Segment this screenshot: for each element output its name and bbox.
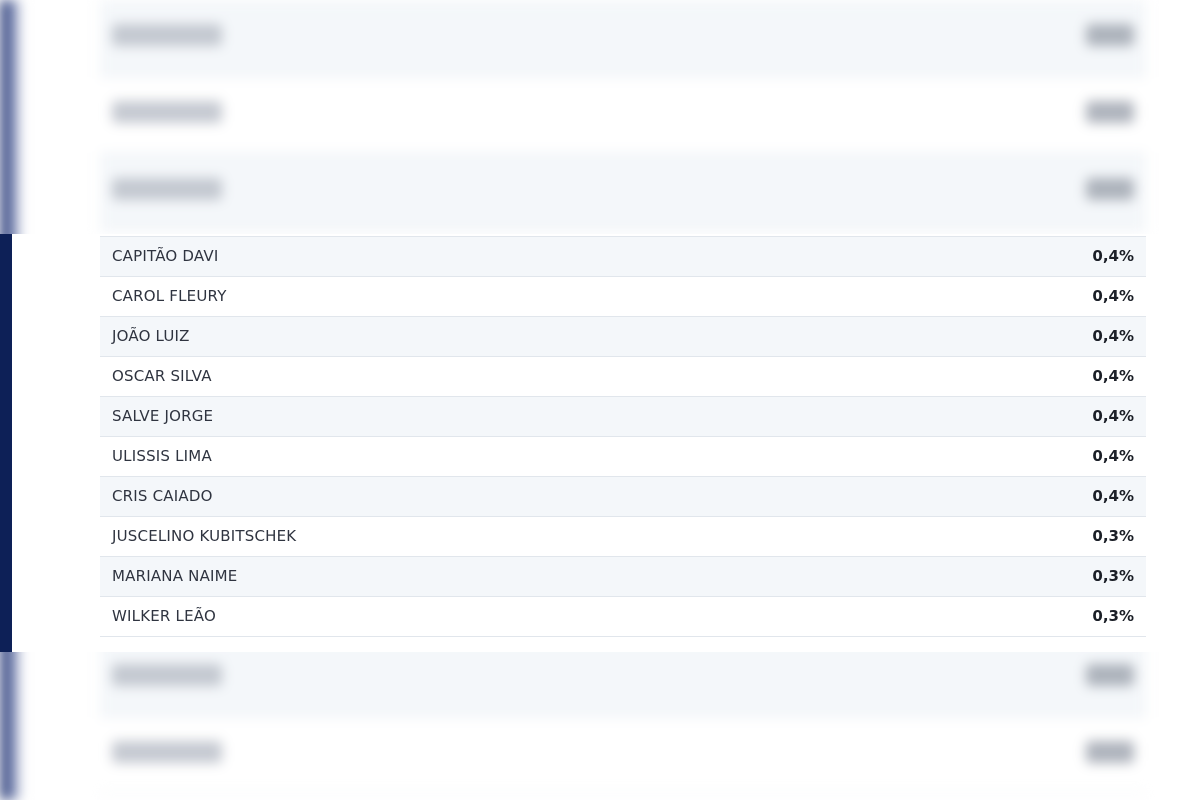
table-row: ULISSIS LIMA 0,4% bbox=[100, 437, 1146, 477]
background-row bbox=[100, 154, 1146, 231]
table-row: MARIANA NAIME 0,3% bbox=[100, 557, 1146, 597]
background-row bbox=[100, 717, 1146, 794]
candidate-percentage: 0,4% bbox=[1092, 487, 1134, 505]
candidate-percentage: 0,4% bbox=[1092, 327, 1134, 345]
table-row: JUSCELINO KUBITSCHEK 0,3% bbox=[100, 517, 1146, 557]
results-table: CAPITÃO DAVI 0,4% CAROL FLEURY 0,4% JOÃO… bbox=[100, 236, 1146, 637]
candidate-name: CRIS CAIADO bbox=[112, 487, 213, 505]
candidate-percentage: 0,4% bbox=[1092, 407, 1134, 425]
table-row: WILKER LEÃO 0,3% bbox=[100, 597, 1146, 637]
candidate-name: WILKER LEÃO bbox=[112, 607, 216, 625]
candidate-name: ULISSIS LIMA bbox=[112, 447, 212, 465]
candidate-percentage: 0,3% bbox=[1092, 607, 1134, 625]
candidate-percentage: 0,3% bbox=[1092, 567, 1134, 585]
candidate-name: CAROL FLEURY bbox=[112, 287, 227, 305]
results-panel: CAPITÃO DAVI 0,4% CAROL FLEURY 0,4% JOÃO… bbox=[0, 234, 1200, 652]
candidate-percentage: 0,4% bbox=[1092, 367, 1134, 385]
background-table bbox=[100, 0, 1146, 231]
candidate-name: JOÃO LUIZ bbox=[112, 327, 190, 345]
candidate-percentage: 0,4% bbox=[1092, 287, 1134, 305]
panel-accent-bar bbox=[0, 234, 12, 652]
table-row: CRIS CAIADO 0,4% bbox=[100, 477, 1146, 517]
background-table-bottom bbox=[100, 640, 1146, 794]
candidate-name: MARIANA NAIME bbox=[112, 567, 238, 585]
candidate-name: OSCAR SILVA bbox=[112, 367, 212, 385]
table-row: CAPITÃO DAVI 0,4% bbox=[100, 237, 1146, 277]
table-row: CAROL FLEURY 0,4% bbox=[100, 277, 1146, 317]
candidate-percentage: 0,4% bbox=[1092, 447, 1134, 465]
candidate-name: JUSCELINO KUBITSCHEK bbox=[112, 527, 297, 545]
table-row: SALVE JORGE 0,4% bbox=[100, 397, 1146, 437]
background-row bbox=[100, 0, 1146, 77]
table-row: JOÃO LUIZ 0,4% bbox=[100, 317, 1146, 357]
candidate-name: SALVE JORGE bbox=[112, 407, 214, 425]
background-row bbox=[100, 77, 1146, 154]
candidate-percentage: 0,3% bbox=[1092, 527, 1134, 545]
candidate-percentage: 0,4% bbox=[1092, 247, 1134, 265]
candidate-name: CAPITÃO DAVI bbox=[112, 247, 219, 265]
table-row: OSCAR SILVA 0,4% bbox=[100, 357, 1146, 397]
